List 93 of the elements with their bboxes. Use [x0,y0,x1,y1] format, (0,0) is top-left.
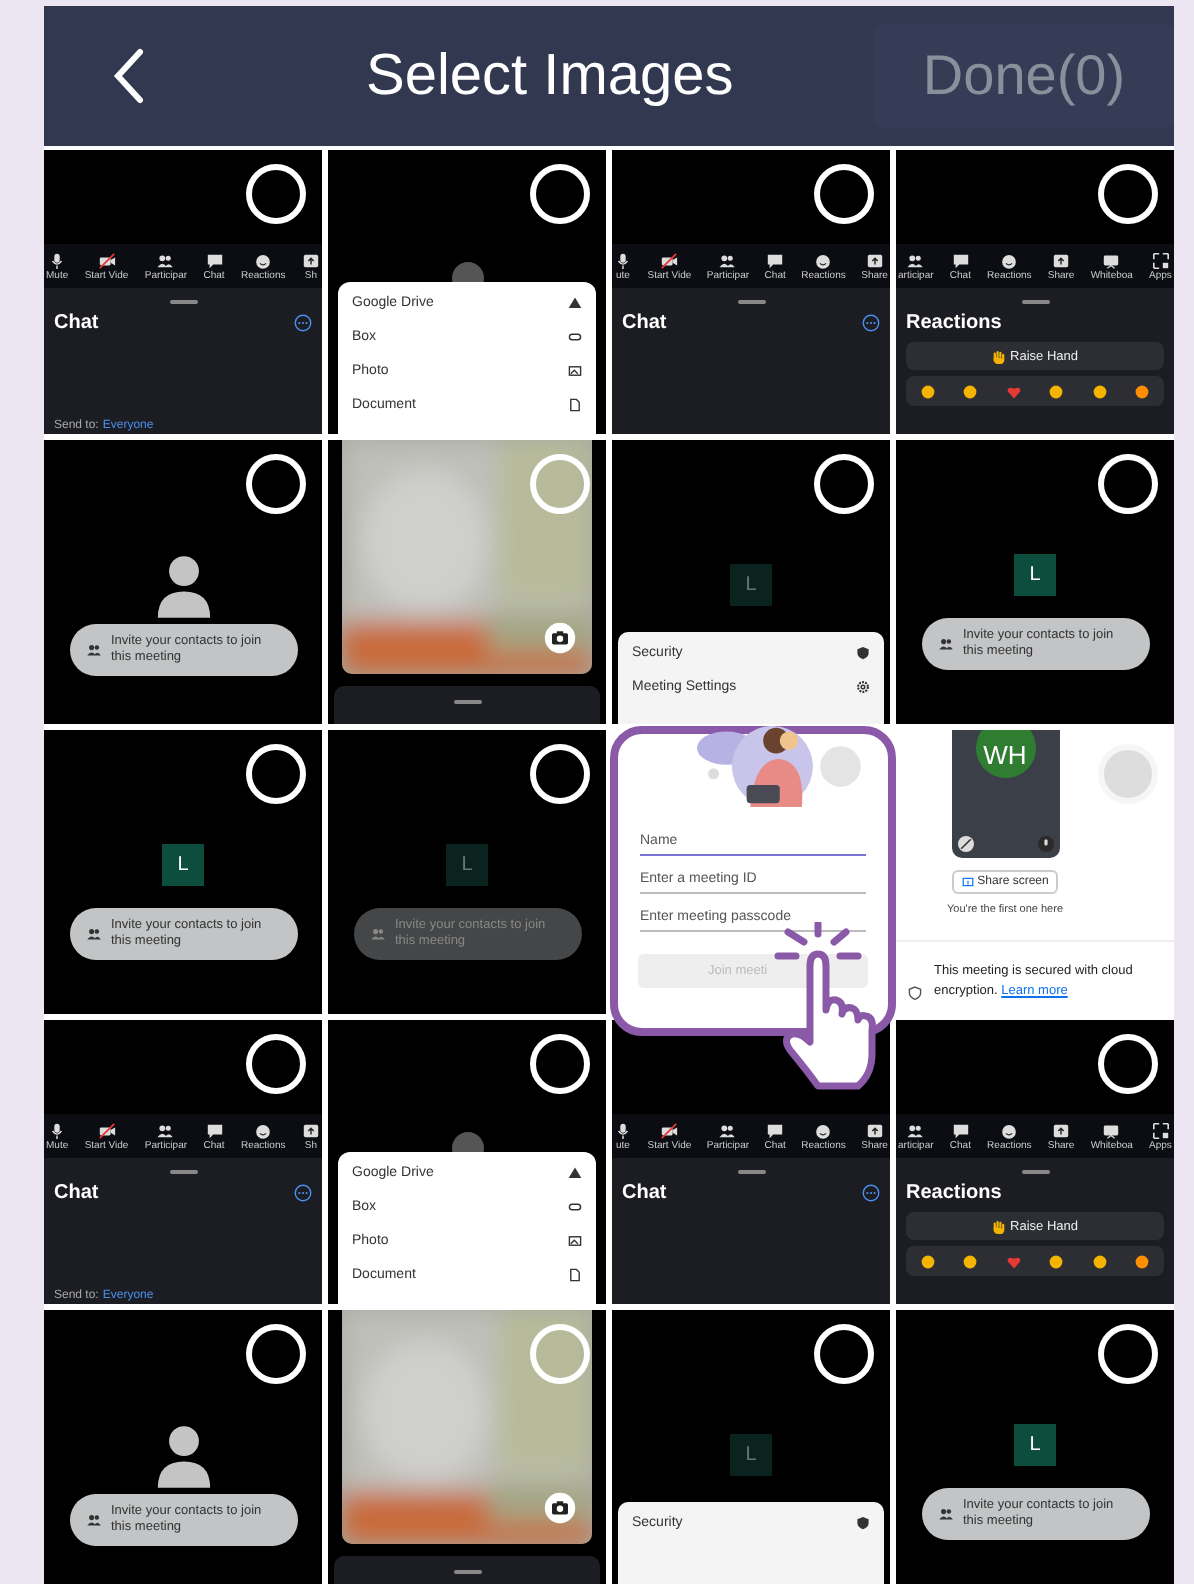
camera-button[interactable] [544,1492,576,1524]
gear-icon [856,680,870,694]
share-icon [865,1121,884,1139]
document-icon [568,398,582,412]
initial-tile: L [446,844,488,886]
share-icon [865,251,884,269]
image-icon [568,364,582,378]
panel-title: Chat [54,1182,99,1204]
people-icon [85,926,101,942]
camera-off-icon [660,1121,679,1139]
document-icon [568,1268,582,1282]
microphone-icon [48,251,67,269]
panel-title: Chat [622,1182,667,1204]
share-icon [1052,251,1071,269]
shield-icon [908,985,922,1000]
smiley-icon [254,1121,273,1139]
person-silhouette-icon [155,554,211,618]
panel-title: Chat [54,312,99,334]
chat-bubble-icon [205,251,224,269]
image-thumbnail[interactable] [328,1310,606,1584]
whiteboard-icon [1102,251,1121,269]
initial-tile: L [730,1434,772,1476]
screen-title: Select Images [366,43,734,109]
smiley-icon [814,251,833,269]
microphone-icon [614,1121,632,1139]
microphone-icon [614,251,632,269]
initial-tile: L [1014,554,1056,596]
microphone-icon [48,1121,67,1139]
hand-icon [992,1219,1007,1233]
share-icon [1052,1121,1071,1139]
camera-off-icon[interactable] [957,836,973,852]
people-icon [85,642,101,658]
emoji-icon[interactable] [1091,1253,1108,1269]
people-icon [156,251,175,269]
emoji-icon[interactable] [1134,1253,1151,1269]
people-icon [369,926,385,942]
initial-tile: L [1014,1424,1056,1466]
share-icon [301,1121,320,1139]
initial-tile: L [162,844,204,886]
chat-bubble-icon [205,1121,224,1139]
microphone-icon[interactable] [1037,836,1053,852]
share-icon [301,251,320,269]
camera-button[interactable] [544,622,576,654]
chat-bubble-icon [766,1121,785,1139]
hand-icon [992,349,1007,363]
people-icon [937,1506,953,1522]
smiley-icon [254,251,273,269]
emoji-icon[interactable] [962,383,979,399]
emoji-icon[interactable] [919,1253,936,1269]
heart-icon[interactable] [1005,383,1022,399]
panel-title: Reactions [906,1182,1002,1204]
shield-icon [856,1516,870,1530]
more-options-icon[interactable] [294,314,312,332]
camera-off-icon [97,251,116,269]
panel-title: Reactions [906,312,1002,334]
whiteboard-icon [1102,1121,1121,1139]
share-screen-icon [961,876,974,888]
emoji-icon[interactable] [962,1253,979,1269]
emoji-icon[interactable] [1091,383,1108,399]
triangle-icon [568,296,582,310]
people-icon [906,1121,925,1139]
smiley-icon [814,1121,833,1139]
person-silhouette-icon [155,1424,211,1488]
image-thumbnail[interactable] [328,440,606,724]
emoji-icon[interactable] [1048,383,1065,399]
people-icon [718,251,737,269]
camera-off-icon [660,251,679,269]
smiley-icon [1000,1121,1019,1139]
chat-bubble-icon [951,251,970,269]
people-icon [906,251,925,269]
heart-icon[interactable] [1005,1253,1022,1269]
image-icon [568,1234,582,1248]
people-icon [718,1121,737,1139]
apps-icon [1151,1121,1170,1139]
triangle-icon [568,1166,582,1180]
more-options-icon[interactable] [294,1184,312,1202]
shield-icon [856,646,870,660]
people-icon [156,1121,175,1139]
people-icon [937,636,953,652]
avatar-initials: WH [975,730,1035,778]
camera-off-icon [97,1121,116,1139]
more-options-icon[interactable] [862,314,880,332]
chat-bubble-icon [951,1121,970,1139]
chat-bubble-icon [766,251,785,269]
people-icon [85,1512,101,1528]
panel-title: Chat [622,312,667,334]
emoji-icon[interactable] [1048,1253,1065,1269]
emoji-icon[interactable] [919,383,936,399]
more-options-icon[interactable] [862,1184,880,1202]
initial-tile: L [730,564,772,606]
smiley-icon [1000,251,1019,269]
emoji-icon[interactable] [1134,383,1151,399]
apps-icon [1151,251,1170,269]
